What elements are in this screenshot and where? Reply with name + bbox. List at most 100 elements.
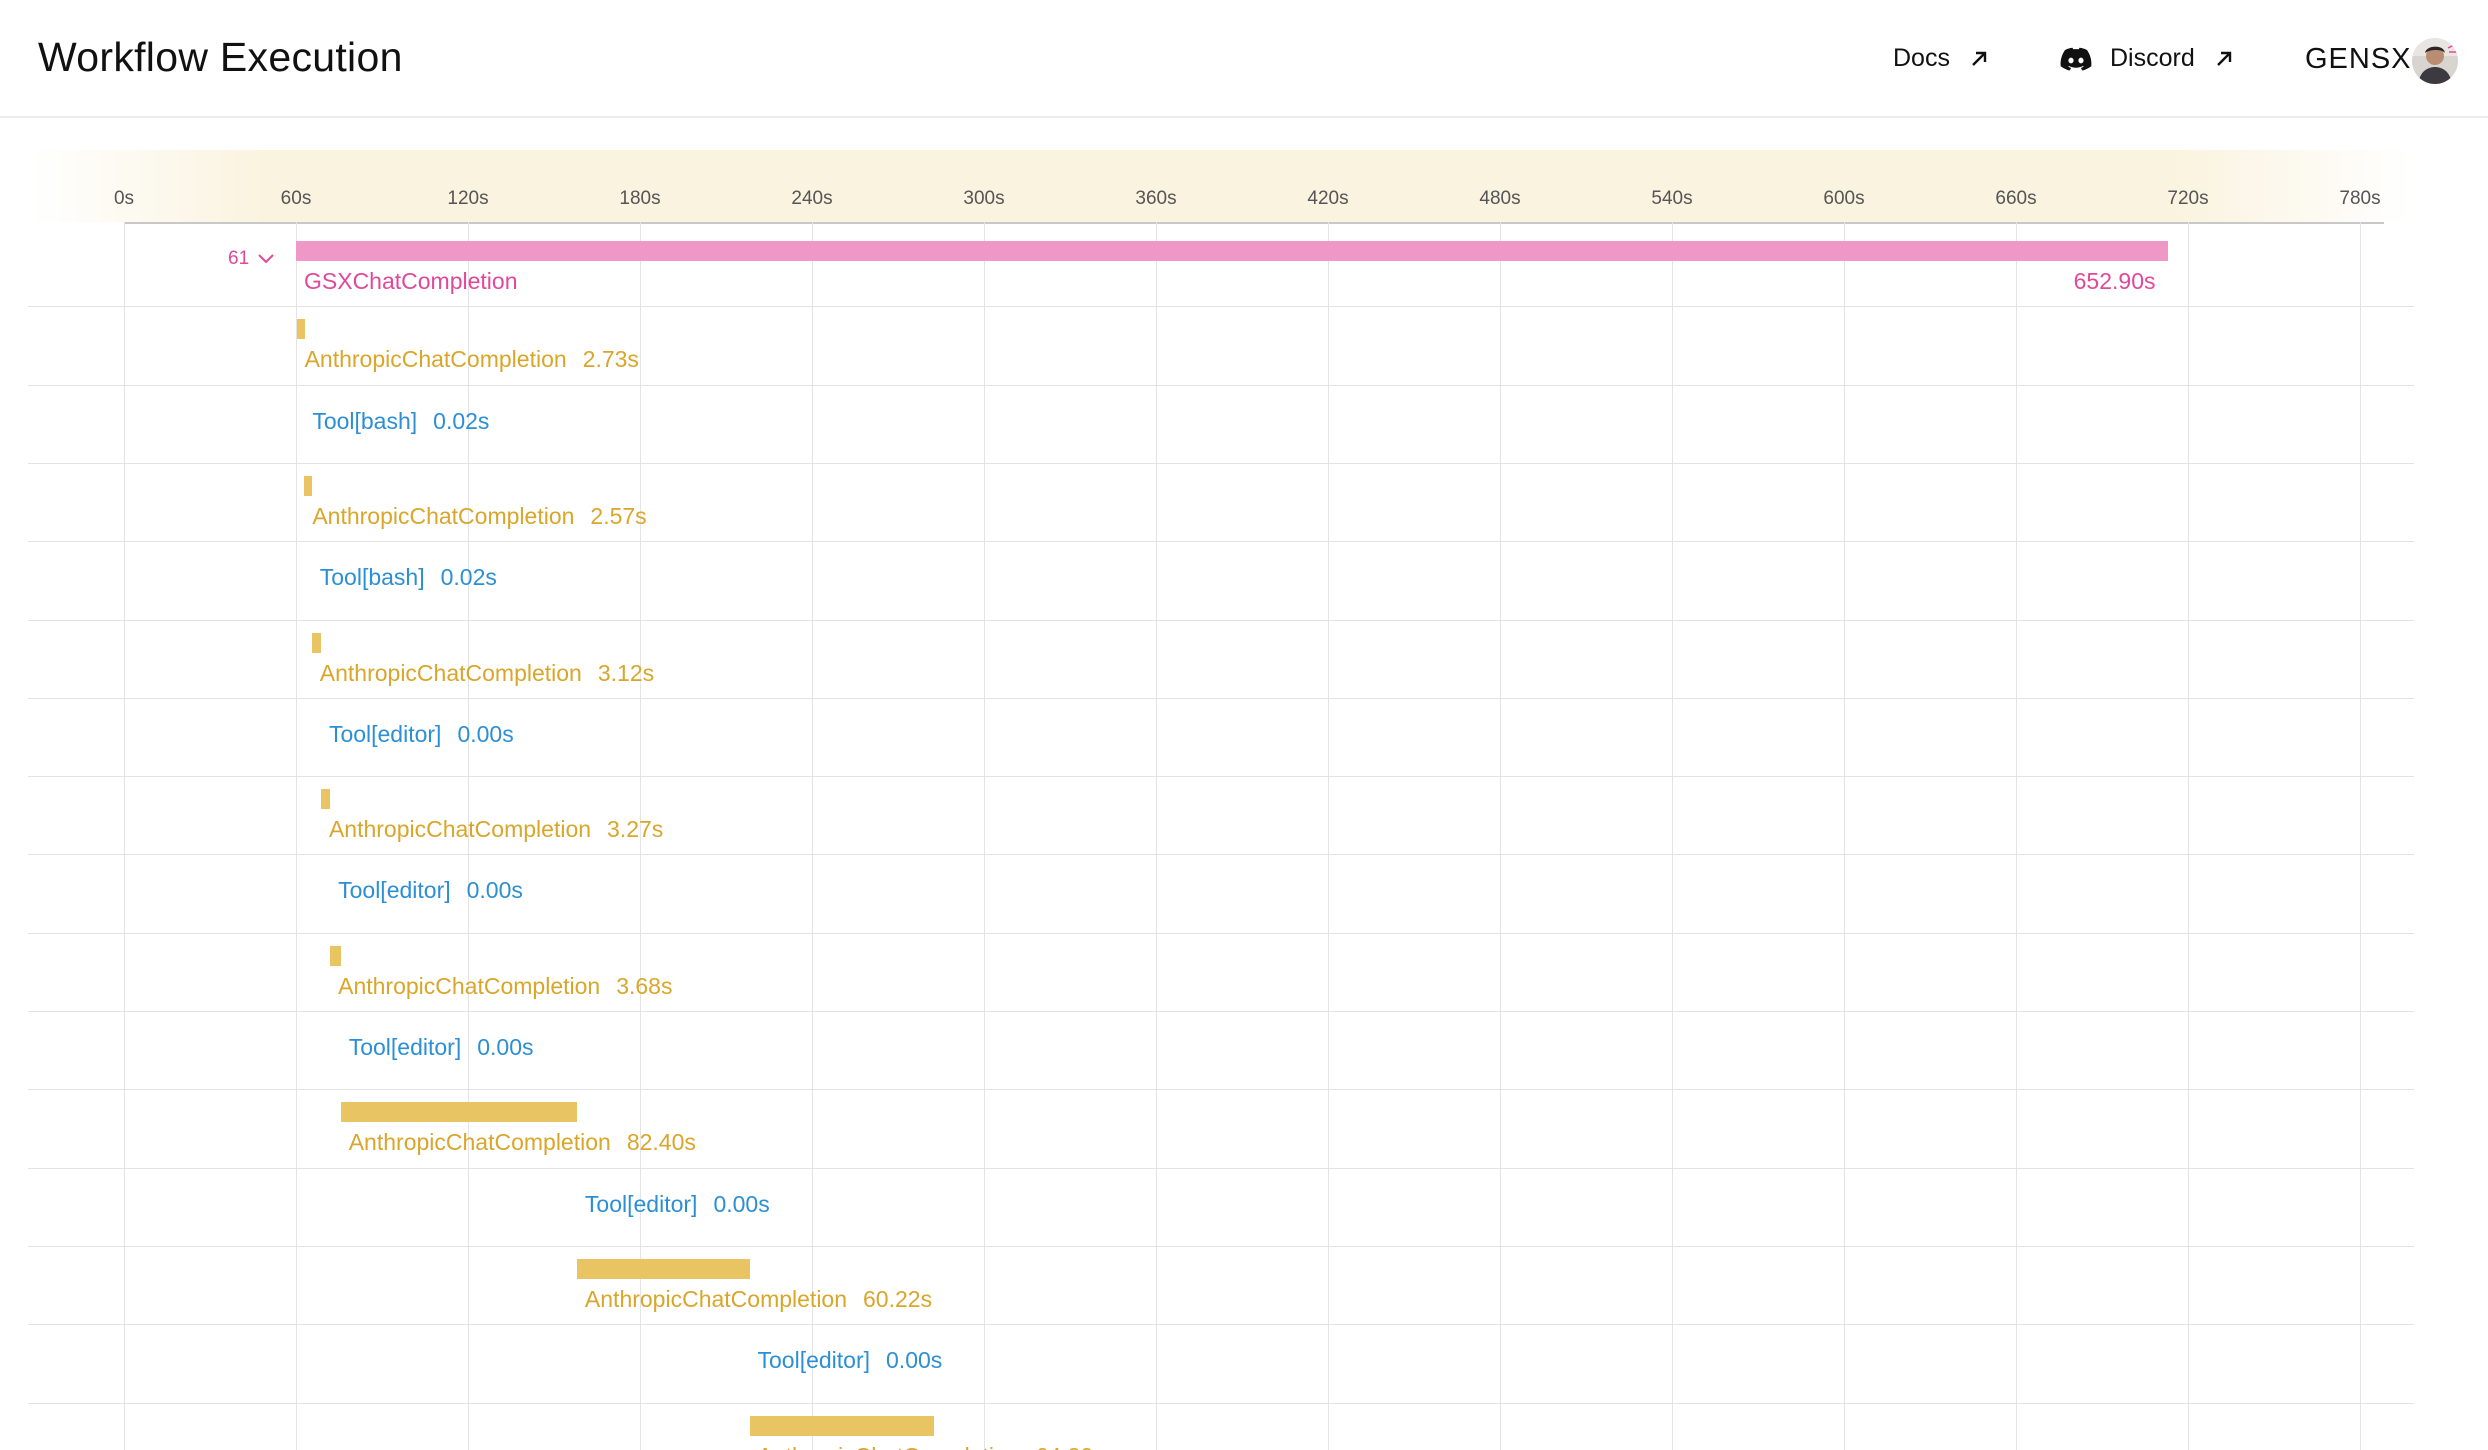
gridline	[2016, 222, 2017, 1450]
span-duration: 0.00s	[477, 1034, 534, 1060]
row-divider	[28, 1245, 2414, 1247]
tick-label: 480s	[1479, 188, 1521, 209]
gridline	[296, 222, 297, 1450]
span-bar[interactable]	[296, 319, 305, 340]
span-name: Tool[editor]	[328, 720, 442, 747]
span-duration: 0.00s	[457, 720, 514, 747]
discord-icon	[2060, 47, 2092, 71]
row-divider	[28, 776, 2414, 778]
gridline	[984, 222, 985, 1450]
external-arrow-icon	[2216, 51, 2231, 66]
span-duration: 0.02s	[433, 407, 490, 434]
discord-link[interactable]: Discord	[2060, 44, 2235, 73]
row-divider	[28, 384, 2414, 386]
collapse-toggle[interactable]: 61	[228, 248, 275, 270]
span-name: AnthropicChatCompletion	[304, 346, 567, 373]
avatar[interactable]	[2412, 38, 2458, 84]
span-duration: 3.68s	[616, 972, 673, 999]
tick-label: 180s	[619, 188, 661, 209]
row-divider	[28, 306, 2414, 308]
tool-span-label[interactable]: Tool[editor] 0.00s	[349, 1034, 534, 1061]
span-duration: 60.22s	[863, 1285, 933, 1312]
row-divider	[28, 1011, 2414, 1012]
tick-label: 600s	[1823, 188, 1865, 209]
span-bar[interactable]	[296, 241, 2168, 261]
span-name: Tool[bash]	[312, 407, 418, 434]
time-axis-line	[124, 222, 2384, 224]
chevron-down-icon	[258, 254, 274, 264]
span-name: AnthropicChatCompletion	[758, 1443, 1020, 1450]
span-label[interactable]: AnthropicChatCompletion 3.68s	[338, 973, 672, 1000]
span-bar[interactable]	[576, 1258, 750, 1279]
tool-span-label[interactable]: Tool[bash] 0.02s	[320, 564, 497, 591]
child-count: 61	[228, 248, 250, 269]
row-divider	[28, 1167, 2414, 1169]
row-divider	[28, 541, 2414, 543]
span-name: AnthropicChatCompletion	[312, 502, 575, 529]
span-duration: 652.90s	[2073, 268, 2156, 294]
span-name: Tool[editor]	[348, 1034, 462, 1060]
span-name: AnthropicChatCompletion	[348, 1129, 611, 1156]
gridline	[2188, 222, 2189, 1450]
tool-span-label[interactable]: Tool[bash] 0.02s	[312, 408, 489, 435]
span-bar[interactable]	[340, 1102, 577, 1123]
row-divider	[28, 462, 2414, 464]
row-divider	[28, 1324, 2414, 1326]
row-divider	[28, 932, 2414, 934]
span-name[interactable]: GSXChatCompletion	[304, 268, 518, 295]
tool-span-label[interactable]: Tool[editor] 0.00s	[329, 721, 514, 748]
gridline	[812, 222, 813, 1450]
span-name: AnthropicChatCompletion	[319, 659, 582, 686]
docs-link-label: Docs	[1893, 44, 1950, 72]
span-bar[interactable]	[311, 632, 321, 653]
span-label[interactable]: AnthropicChatCompletion 2.73s	[305, 346, 639, 373]
row-divider	[28, 1089, 2414, 1091]
tick-label: 240s	[791, 188, 833, 209]
tick-label: 0s	[113, 188, 135, 209]
trace-timeline[interactable]: 0s 60s 120s 180s 240s 300s 360s 420s 480s 540s 600…	[28, 150, 2414, 1450]
span-name: AnthropicChatCompletion	[338, 972, 601, 999]
row-divider	[28, 619, 2414, 621]
span-duration: 3.12s	[597, 659, 655, 686]
span-duration: 2.57s	[590, 502, 647, 529]
tick-label: 300s	[963, 188, 1005, 209]
tick-label: 780s	[2339, 188, 2381, 209]
span-duration: 2.73s	[582, 346, 639, 373]
tool-span-label[interactable]: Tool[editor] 0.00s	[758, 1347, 943, 1374]
span-label[interactable]: AnthropicChatCompletion 3.27s	[329, 816, 663, 843]
span-label[interactable]: AnthropicChatCompletion 3.12s	[320, 660, 654, 687]
span-bar[interactable]	[749, 1415, 934, 1436]
span-bar[interactable]	[320, 789, 331, 810]
tool-span-label[interactable]: Tool[editor] 0.00s	[338, 877, 523, 904]
span-label[interactable]: AnthropicChatCompletion 82.40s	[349, 1129, 696, 1156]
gridline	[1156, 222, 1157, 1450]
gridline	[2360, 222, 2361, 1450]
span-duration: 0.02s	[440, 564, 497, 591]
span-name: Tool[editor]	[584, 1190, 698, 1217]
span-duration: 82.40s	[626, 1129, 696, 1156]
tick-label: 660s	[1995, 188, 2037, 209]
gridline	[1328, 222, 1329, 1450]
span-duration: 0.00s	[713, 1190, 770, 1217]
span-name: Tool[editor]	[757, 1347, 871, 1374]
span-duration: 0.00s	[886, 1347, 943, 1374]
row-divider	[28, 854, 2414, 856]
tick-label: 420s	[1307, 188, 1349, 209]
tick-label: 540s	[1651, 188, 1693, 209]
span-label[interactable]: AnthropicChatCompletion 64.30s	[758, 1443, 1105, 1450]
span-label[interactable]: AnthropicChatCompletion 2.57s	[312, 503, 646, 530]
brand-name: GENSX	[2305, 43, 2412, 75]
span-bar[interactable]	[330, 945, 341, 966]
tick-label: 720s	[2167, 188, 2209, 209]
span-bar[interactable]	[304, 475, 313, 496]
top-header: Workflow Execution Docs Discord GENSX	[0, 0, 2488, 118]
discord-link-label: Discord	[2110, 44, 2195, 72]
row-divider	[28, 1402, 2414, 1404]
docs-link[interactable]: Docs	[1893, 44, 1990, 73]
span-duration: 0.00s	[466, 877, 523, 904]
gridline	[124, 222, 125, 1450]
row-divider	[28, 697, 2414, 699]
tool-span-label[interactable]: Tool[editor] 0.00s	[585, 1191, 770, 1218]
span-label[interactable]: AnthropicChatCompletion 60.22s	[585, 1286, 932, 1313]
tick-label: 360s	[1135, 188, 1177, 209]
